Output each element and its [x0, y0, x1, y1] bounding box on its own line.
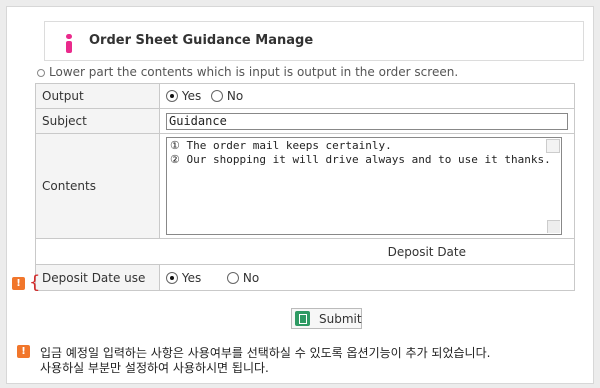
output-no-label[interactable]: No — [227, 89, 243, 103]
page-title: Order Sheet Guidance Manage — [89, 33, 314, 48]
deposit-header-row: Deposit Date — [35, 238, 575, 265]
deposit-use-row: Deposit Date use Yes No — [35, 264, 575, 291]
output-no-radio[interactable] — [211, 90, 224, 103]
deposit-yes-label[interactable]: Yes — [182, 271, 201, 285]
output-yes-radio[interactable] — [166, 90, 178, 103]
warning-icon: ! — [12, 277, 25, 290]
scrollbar-button[interactable] — [546, 139, 560, 153]
circle-bullet-icon — [37, 68, 45, 77]
info-text: 입금 예정일 입력하는 사항은 사용여부를 선택하실 수 있도록 옵션기능이 추… — [40, 346, 490, 376]
contents-label: Contents — [35, 133, 160, 239]
submit-button[interactable]: Submit — [291, 308, 362, 329]
contents-line-1: ① The order mail keeps certainly. — [170, 139, 392, 152]
submit-label: Submit — [319, 312, 362, 326]
deposit-use-options: Yes No — [159, 264, 575, 291]
subject-row: Subject — [35, 108, 575, 134]
subject-input[interactable] — [166, 112, 568, 130]
subject-cell — [159, 108, 575, 134]
info-i-icon — [66, 34, 72, 53]
contents-row: Contents ① The order mail keeps certainl… — [35, 133, 575, 239]
resize-grip[interactable] — [547, 220, 560, 233]
subject-label: Subject — [35, 108, 160, 134]
info-line-1: 입금 예정일 입력하는 사항은 사용여부를 선택하실 수 있도록 옵션기능이 추… — [40, 346, 491, 360]
guide-note: Lower part the contents which is input i… — [37, 65, 458, 79]
contents-line-2: ② Our shopping it will drive always and … — [170, 153, 551, 166]
settings-form: Output Yes No Subject Contents ① The ord… — [35, 83, 575, 291]
red-brace-icon: { — [29, 272, 41, 293]
deposit-use-label: Deposit Date use — [35, 264, 160, 291]
save-icon — [295, 311, 310, 326]
deposit-date-header: Deposit Date — [35, 238, 575, 265]
deposit-no-radio[interactable] — [227, 271, 240, 284]
output-yes-label[interactable]: Yes — [182, 89, 201, 103]
contents-cell: ① The order mail keeps certainly. ② Our … — [159, 133, 575, 239]
title-box: Order Sheet Guidance Manage — [44, 21, 584, 61]
info-warning-icon: ! — [17, 345, 30, 358]
output-options: Yes No — [159, 83, 575, 109]
info-line-2: 사용하실 부분만 설정하여 사용하시면 됩니다. — [40, 361, 269, 375]
guide-note-text: Lower part the contents which is input i… — [49, 65, 459, 79]
output-row: Output Yes No — [35, 83, 575, 109]
deposit-yes-radio[interactable] — [166, 271, 178, 284]
deposit-no-label[interactable]: No — [243, 271, 259, 285]
output-label: Output — [35, 83, 160, 109]
contents-textarea[interactable]: ① The order mail keeps certainly. ② Our … — [166, 137, 562, 235]
